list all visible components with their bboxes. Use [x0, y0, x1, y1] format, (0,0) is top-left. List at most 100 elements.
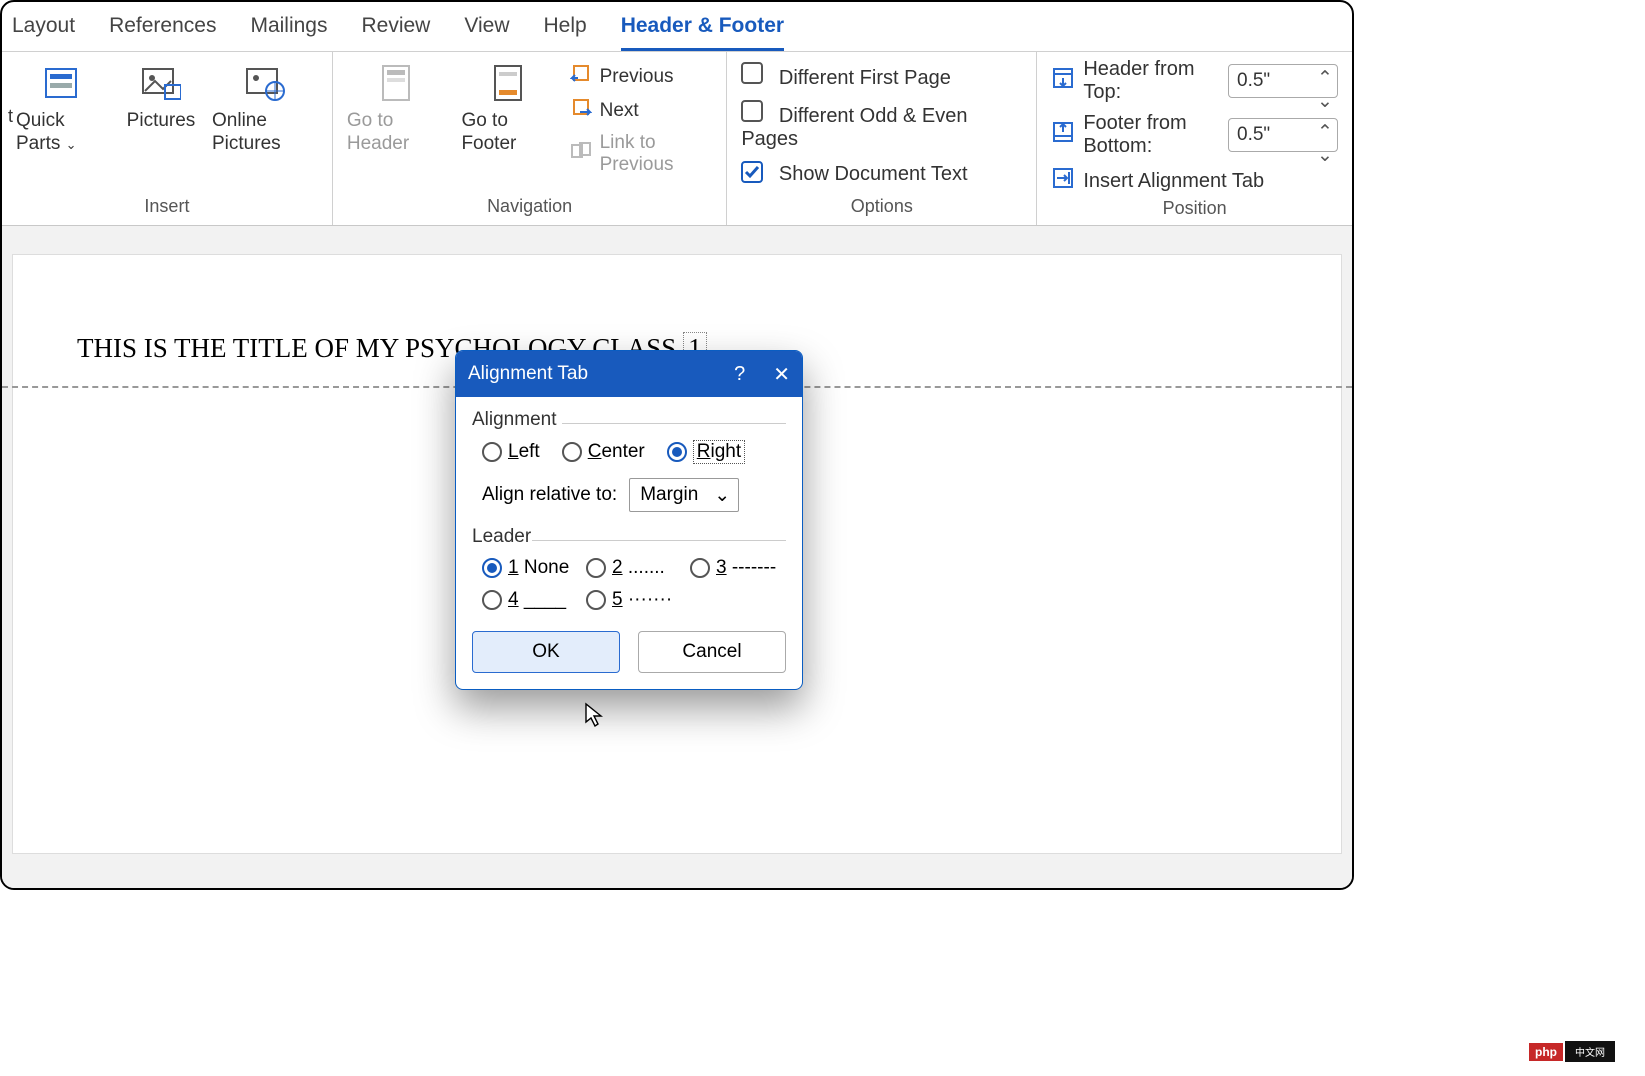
- cancel-button[interactable]: Cancel: [638, 631, 786, 673]
- ribbon-group-navigation: Go to Header Go to Footer Previous: [333, 52, 727, 225]
- watermark-badge: php 中文网: [1529, 1041, 1615, 1062]
- leader-1-radio[interactable]: 1 None: [482, 557, 578, 579]
- close-icon[interactable]: ✕: [773, 362, 790, 387]
- different-first-page-checkbox[interactable]: Different First Page: [741, 62, 1022, 90]
- leader2-label: 2 .......: [612, 557, 665, 579]
- radio-icon: [690, 558, 710, 578]
- alignment-left-radio[interactable]: Left: [482, 441, 540, 463]
- tab-layout[interactable]: Layout: [12, 14, 75, 51]
- ribbon-group-position: Header from Top: 0.5" ⌃⌄ Footer from Bot…: [1037, 52, 1352, 225]
- pictures-icon: [141, 64, 181, 104]
- right-label: Right: [693, 440, 745, 464]
- align-relative-value: Margin: [640, 484, 698, 506]
- goto-footer-icon: [488, 64, 528, 104]
- insert-alignment-tab-label: Insert Alignment Tab: [1083, 170, 1264, 193]
- group-label-insert: Insert: [16, 194, 318, 221]
- spinner-icon[interactable]: ⌃⌄: [1317, 67, 1333, 95]
- alignment-right-radio[interactable]: Right: [667, 440, 745, 464]
- previous-label: Previous: [600, 66, 674, 88]
- ok-button[interactable]: OK: [472, 631, 620, 673]
- quick-parts-button[interactable]: t Quick Parts ⌄: [16, 64, 110, 156]
- tab-header-footer[interactable]: Header & Footer: [621, 14, 784, 51]
- spinner-icon[interactable]: ⌃⌄: [1317, 121, 1333, 149]
- checkbox-icon: [741, 62, 763, 84]
- dialog-title: Alignment Tab: [468, 363, 588, 385]
- tab-review[interactable]: Review: [361, 14, 430, 51]
- next-icon: [570, 98, 592, 124]
- online-pictures-label: Online Pictures: [212, 110, 318, 156]
- leader5-label: 5 ·······: [612, 589, 672, 611]
- footer-from-bottom-input[interactable]: 0.5" ⌃⌄: [1228, 118, 1338, 152]
- checkbox-icon: [741, 100, 763, 122]
- ribbon-group-insert: t Quick Parts ⌄ Pictures Onli: [2, 52, 333, 225]
- leader1-label: 1 None: [508, 557, 569, 579]
- leader-section-label: Leader: [472, 526, 786, 548]
- pictures-button[interactable]: Pictures: [126, 64, 196, 133]
- next-label: Next: [600, 100, 639, 122]
- tab-mailings[interactable]: Mailings: [250, 14, 327, 51]
- ribbon-tabbar: Layout References Mailings Review View H…: [2, 2, 1352, 52]
- diff-first-label: Different First Page: [779, 67, 951, 89]
- dialog-titlebar[interactable]: Alignment Tab ? ✕: [456, 351, 802, 397]
- diff-odd-even-label: Different Odd & Even Pages: [741, 105, 967, 150]
- tab-references[interactable]: References: [109, 14, 216, 51]
- center-label: Center: [588, 441, 645, 463]
- leader3-label: 3 -------: [716, 557, 776, 579]
- goto-footer-button[interactable]: Go to Footer: [461, 64, 553, 156]
- quick-parts-label: Quick Parts ⌄: [16, 110, 110, 156]
- ribbon: t Quick Parts ⌄ Pictures Onli: [2, 52, 1352, 226]
- radio-selected-icon: [482, 558, 502, 578]
- leader-2-radio[interactable]: 2 .......: [586, 557, 682, 579]
- align-relative-label: Align relative to:: [482, 484, 617, 506]
- checkbox-checked-icon: [741, 161, 763, 183]
- chevron-down-icon: ⌄: [714, 484, 730, 507]
- leader-3-radio[interactable]: 3 -------: [690, 557, 786, 579]
- leader-5-radio[interactable]: 5 ·······: [586, 589, 682, 611]
- radio-icon: [586, 590, 606, 610]
- show-doc-text-label: Show Document Text: [779, 163, 968, 185]
- link-label: Link to Previous: [600, 132, 713, 176]
- left-label: Left: [508, 441, 540, 463]
- footer-from-bottom-icon: [1051, 120, 1075, 150]
- header-from-top-value: 0.5": [1237, 70, 1270, 92]
- insert-alignment-tab-button[interactable]: Insert Alignment Tab: [1051, 166, 1338, 196]
- goto-header-icon: [376, 64, 416, 104]
- leader-4-radio[interactable]: 4 ____: [482, 589, 578, 611]
- goto-header-button: Go to Header: [347, 64, 446, 156]
- alignment-tab-icon: [1051, 166, 1075, 196]
- footer-from-bottom-value: 0.5": [1237, 124, 1270, 146]
- quick-parts-icon: [43, 64, 83, 104]
- header-from-top-label: Header from Top:: [1083, 58, 1220, 104]
- group-label-navigation: Navigation: [347, 194, 712, 221]
- previous-icon: [570, 64, 592, 90]
- alignment-tab-dialog: Alignment Tab ? ✕ Alignment Left Center: [455, 350, 803, 690]
- radio-icon: [586, 558, 606, 578]
- previous-button[interactable]: Previous: [570, 64, 713, 90]
- leader4-label: 4 ____: [508, 589, 566, 611]
- goto-footer-label: Go to Footer: [461, 110, 553, 156]
- pictures-label: Pictures: [127, 110, 196, 133]
- link-to-previous-button: Link to Previous: [570, 132, 713, 176]
- radio-icon: [482, 442, 502, 462]
- tab-help[interactable]: Help: [543, 14, 586, 51]
- alignment-center-radio[interactable]: Center: [562, 441, 645, 463]
- group-label-options: Options: [741, 194, 1022, 221]
- php-label: php: [1529, 1043, 1563, 1061]
- ribbon-group-options: Different First Page Different Odd & Eve…: [727, 52, 1037, 225]
- goto-header-label: Go to Header: [347, 110, 446, 156]
- align-relative-combo[interactable]: Margin ⌄: [629, 478, 739, 512]
- tab-view[interactable]: View: [464, 14, 509, 51]
- radio-selected-icon: [667, 442, 687, 462]
- alignment-section-label: Alignment: [472, 409, 786, 431]
- show-document-text-checkbox[interactable]: Show Document Text: [741, 161, 1022, 186]
- truncated-label: t: [8, 106, 13, 128]
- header-from-top-input[interactable]: 0.5" ⌃⌄: [1228, 64, 1338, 98]
- radio-icon: [482, 590, 502, 610]
- footer-from-bottom-label: Footer from Bottom:: [1083, 112, 1220, 158]
- next-button[interactable]: Next: [570, 98, 713, 124]
- header-from-top-icon: [1051, 66, 1075, 96]
- online-pictures-button[interactable]: Online Pictures: [212, 64, 318, 156]
- different-odd-even-checkbox[interactable]: Different Odd & Even Pages: [741, 100, 1022, 151]
- app-frame: Layout References Mailings Review View H…: [0, 0, 1354, 890]
- help-icon[interactable]: ?: [734, 363, 745, 386]
